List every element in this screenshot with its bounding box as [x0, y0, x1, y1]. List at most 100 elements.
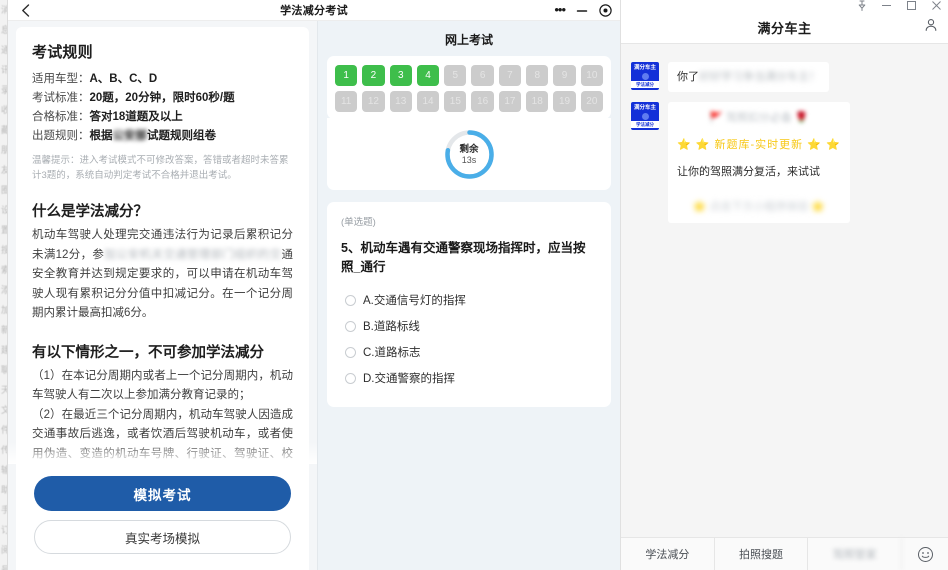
- message-text: 你了: [677, 71, 699, 83]
- question-type-tag: (单选题): [341, 217, 376, 228]
- question-number-3[interactable]: 3: [389, 65, 412, 86]
- timer-section: 剩余 13s: [327, 118, 611, 190]
- message-bubble: 你了好好学习争当满分车主！: [668, 62, 829, 92]
- rules-item-question-rule: 出题规则：根据公安部试题规则组卷: [32, 127, 293, 146]
- question-number: 5、: [341, 241, 361, 255]
- rules-actions: 模拟考试 真实考场模拟: [16, 466, 309, 570]
- real-exam-simulation-button[interactable]: 真实考场模拟: [34, 520, 291, 554]
- rules-section2-body: 机动车驾驶人处理完交通违法行为记录后累积记分未满12分，参加公安机关交通管理部门…: [32, 226, 293, 324]
- question-card: (单选题) 5、机动车遇有交通警察现场指挥时，应当按照_通行 A.交通信号灯的指…: [327, 202, 611, 407]
- more-dots-icon[interactable]: •••: [554, 3, 566, 19]
- message-line-1: 🚩 驾照扣分必备 🌹: [709, 112, 809, 124]
- option-label: C.道路标志: [363, 347, 421, 359]
- footer-item-xuefajianfen[interactable]: 学法减分: [621, 538, 715, 570]
- exam-heading: 网上考试: [444, 33, 493, 47]
- mini-program-capsule: •••: [554, 2, 612, 19]
- question-number-grid[interactable]: 1 2 3 4 5 6 7 8 9 10 11 12 13 14 15 16 17 18 19 20: [335, 65, 603, 112]
- footer-item-jiazhaoguanjia[interactable]: 驾照管家: [808, 538, 903, 570]
- rules-item-pass: 合格标准：答对18道题及以上: [32, 108, 293, 127]
- rules-item-value: A、B、C、D: [89, 73, 158, 85]
- avatar[interactable]: 满分车主 学法减分: [631, 102, 659, 130]
- option-a[interactable]: A.交通信号灯的指挥: [341, 287, 597, 313]
- rules-item-value: 20题，20分钟，限时60秒/题: [89, 92, 235, 104]
- question-number-19[interactable]: 19: [553, 91, 576, 112]
- rules-item-label: 合格标准：: [32, 111, 90, 123]
- rules-item-value-tail: 试题规则组卷: [147, 130, 216, 142]
- message-text-blurred: 好好学习争当满分车主！: [699, 71, 820, 83]
- avatar-bottom-text: 学法减分: [631, 120, 659, 128]
- question-number-8[interactable]: 8: [526, 65, 549, 86]
- avatar-top-text: 满分车主: [633, 64, 656, 71]
- chat-footer-toolbar: 学法减分 拍照搜题 驾照管家: [621, 537, 948, 570]
- question-number-15[interactable]: 15: [444, 91, 467, 112]
- radio-icon: [345, 294, 356, 306]
- option-label: B.道路标线: [363, 321, 420, 333]
- question-number-12[interactable]: 12: [362, 91, 385, 112]
- question-number-11[interactable]: 11: [335, 91, 358, 112]
- chat-message-list: 满分车主 学法减分 你了好好学习争当满分车主！ 满分车主 学法减分 🚩 驾照扣分…: [621, 44, 948, 537]
- chat-window: 满分车主 满分车主 学法减分 你了好好学习争当满分车主！ 满分车主 学法减分 🚩…: [620, 0, 948, 570]
- question-number-18[interactable]: 18: [526, 91, 549, 112]
- rules-section2-heading: 什么是学法减分？: [32, 204, 148, 220]
- question-number-16[interactable]: 16: [471, 91, 494, 112]
- rules-item-label: 适用车型：: [32, 73, 90, 85]
- question-number-5[interactable]: 5: [444, 65, 467, 86]
- question-number-20[interactable]: 20: [580, 91, 603, 112]
- chat-title: 满分车主: [757, 21, 812, 36]
- question-number-6[interactable]: 6: [471, 65, 494, 86]
- chat-message: 满分车主 学法减分 🚩 驾照扣分必备 🌹 ⭐ ⭐ 新题库-实时更新 ⭐ ⭐ 让你…: [631, 102, 934, 223]
- background-window-sliver: 消息通讯录收藏朋友圈设置搜索添加新建聊天文件传输助手订阅号: [0, 0, 8, 570]
- question-text: 机动车遇有交通警察现场指挥时，应当按照_通行: [341, 241, 586, 274]
- radio-icon: [345, 346, 356, 358]
- question-number-17[interactable]: 17: [498, 91, 522, 112]
- radio-icon: [345, 372, 356, 384]
- option-label: D.交通警察的指挥: [363, 373, 455, 385]
- avatar[interactable]: 满分车主 学法减分: [631, 62, 659, 90]
- screen-root: 消息通讯录收藏朋友圈设置搜索添加新建聊天文件传输助手订阅号 学法减分考试 •••: [0, 0, 948, 570]
- circle-dot-close-icon[interactable]: [599, 4, 612, 17]
- avatar-top-text: 满分车主: [633, 104, 656, 111]
- background-ghost-text: 消息通讯录收藏朋友圈设置搜索添加新建聊天文件传输助手订阅号: [0, 0, 7, 570]
- rules-item-value: 根据: [89, 130, 113, 142]
- mock-exam-button[interactable]: 模拟考试: [34, 476, 291, 511]
- exam-pane: 网上考试 1 2 3 4 5 6 7 8 9 10 11 12 13 14 15 16 17 18 19 20 剩余 …: [318, 21, 620, 570]
- question-number-14[interactable]: 14: [416, 91, 440, 112]
- rules-section3-item1: （1）在本记分周期内或者上一个记分周期内，机动车驾驶人有二次以上参加满分教育记录…: [32, 369, 293, 402]
- mini-program-body: 考试规则 适用车型：A、B、C、D 考试标准：20题，20分钟，限时60秒/题 …: [8, 21, 620, 570]
- section2-text-blurred: 加公安机关交通管理部门组织的交: [104, 248, 282, 261]
- minimize-icon[interactable]: [576, 5, 588, 17]
- question-number-2[interactable]: 2: [362, 65, 385, 86]
- question-number-13[interactable]: 13: [389, 91, 412, 112]
- option-b[interactable]: B.道路标线: [341, 313, 597, 339]
- rules-item-value: 答对18道题及以上: [89, 111, 183, 123]
- rules-note: 温馨提示：进入考试模式不可修改答案，答错或者超时未答累计3题的，系统自动判定考试…: [32, 155, 289, 181]
- question-number-4[interactable]: 4: [416, 65, 440, 86]
- timer-text: 剩余 13s: [443, 128, 496, 181]
- option-d[interactable]: D.交通警察的指挥: [341, 365, 597, 391]
- rules-item-vehicle-type: 适用车型：A、B、C、D: [32, 70, 293, 89]
- question-number-10[interactable]: 10: [580, 65, 603, 86]
- question-number-9[interactable]: 9: [553, 65, 576, 86]
- timer-label: 剩余: [459, 143, 479, 155]
- option-list[interactable]: A.交通信号灯的指挥 B.道路标线 C.道路标志 D.交通警察的指挥: [341, 287, 597, 391]
- question-number-7[interactable]: 7: [498, 65, 522, 86]
- rules-item-value-blurred: 公安部: [112, 130, 148, 142]
- footer-item-paizhaosouti[interactable]: 拍照搜题: [715, 538, 809, 570]
- message-line: 你了好好学习争当满分车主！: [677, 68, 820, 86]
- rules-pane: 考试规则 适用车型：A、B、C、D 考试标准：20题，20分钟，限时60秒/题 …: [8, 21, 318, 570]
- message-line-4: ⭐ 点击下方小程序体验 ⭐: [692, 201, 826, 213]
- option-label: A.交通信号灯的指挥: [363, 295, 466, 307]
- countdown-timer: 剩余 13s: [443, 128, 496, 181]
- question-navigator-card: 1 2 3 4 5 6 7 8 9 10 11 12 13 14 15 16 17 18 19 20: [327, 56, 611, 119]
- timer-value: 13s: [461, 154, 477, 165]
- message-bubble: 🚩 驾照扣分必备 🌹 ⭐ ⭐ 新题库-实时更新 ⭐ ⭐ 让你的驾照满分复活，来试…: [668, 102, 850, 223]
- person-icon[interactable]: [924, 18, 938, 37]
- rules-item-standard: 考试标准：20题，20分钟，限时60秒/题: [32, 89, 293, 108]
- option-c[interactable]: C.道路标志: [341, 339, 597, 365]
- chat-message: 满分车主 学法减分 你了好好学习争当满分车主！: [631, 62, 934, 92]
- emoji-face-icon[interactable]: [902, 538, 948, 570]
- question-number-1[interactable]: 1: [335, 65, 358, 86]
